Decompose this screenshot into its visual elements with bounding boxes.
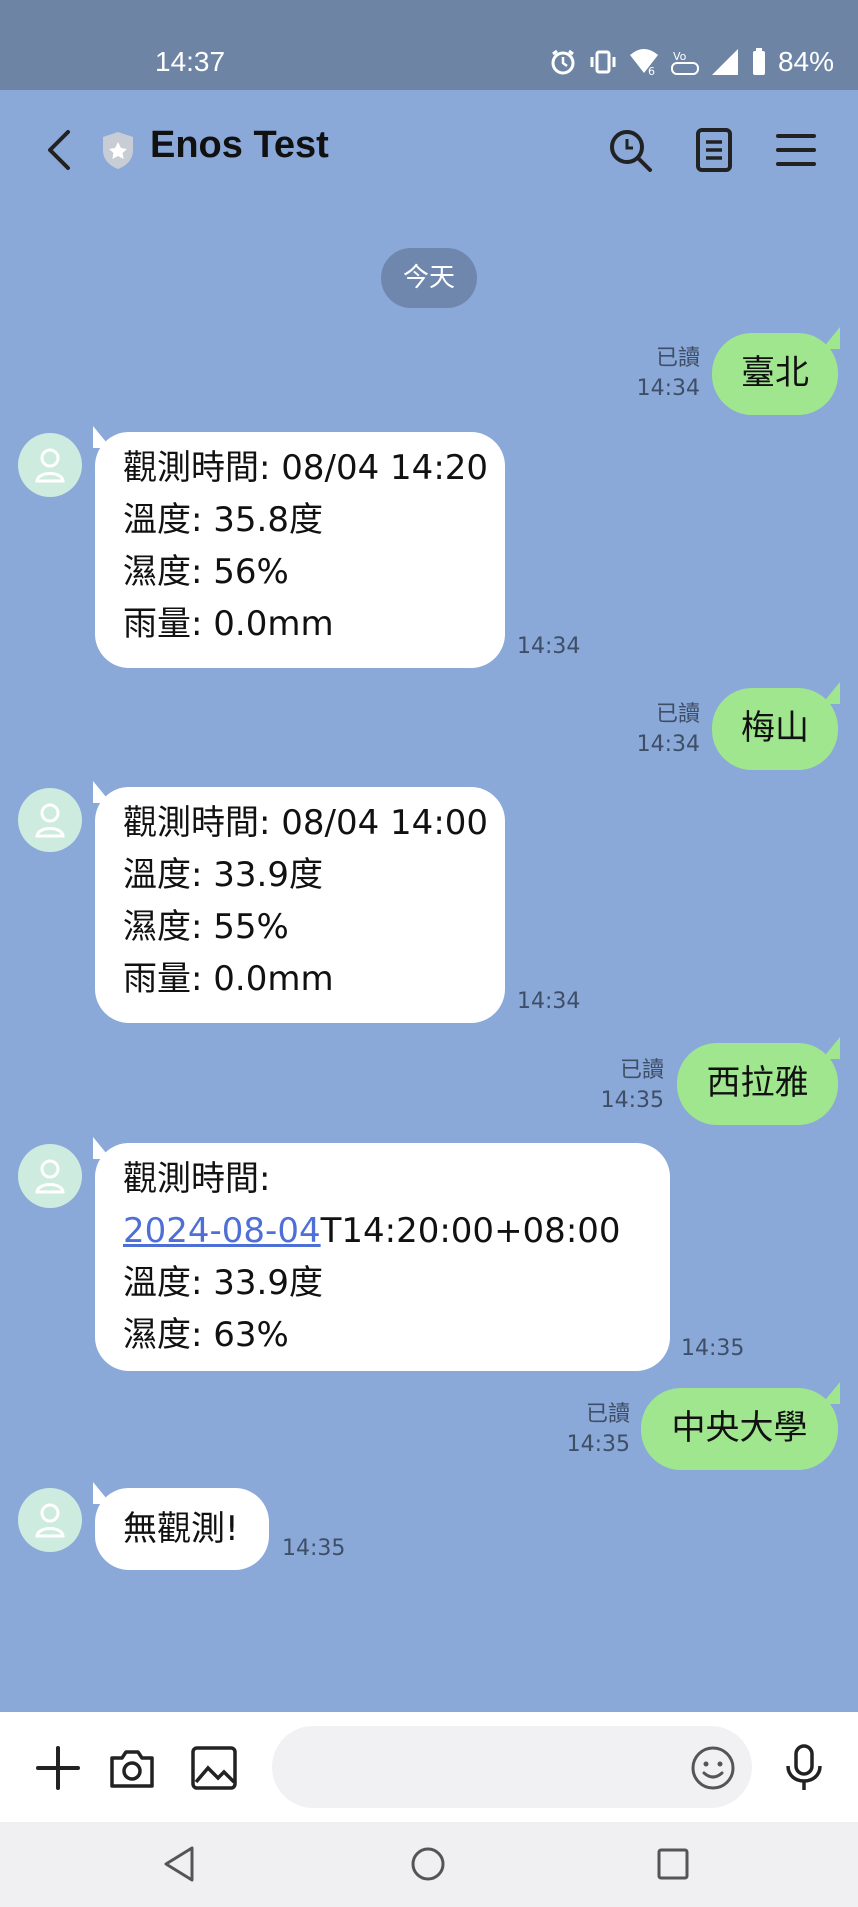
message-time: 14:35 xyxy=(681,1336,745,1361)
nav-recents-icon[interactable] xyxy=(651,1842,695,1886)
plus-icon[interactable] xyxy=(32,1742,84,1794)
svg-text:6: 6 xyxy=(648,65,655,77)
message-line: 雨量: 0.0mm xyxy=(123,604,334,644)
message-line: 溫度: 35.8度 xyxy=(123,500,323,540)
status-bar: 14:37 6 Vo 84% xyxy=(0,0,858,90)
menu-icon[interactable] xyxy=(772,126,820,174)
message-input[interactable] xyxy=(300,1746,664,1788)
user-icon xyxy=(35,803,65,838)
input-bar xyxy=(0,1712,858,1822)
message-time: 14:34 xyxy=(517,989,581,1014)
message-line: 濕度: 55% xyxy=(123,907,289,947)
read-label: 已讀 xyxy=(619,1058,664,1083)
outgoing-message[interactable]: 中央大學 xyxy=(641,1382,840,1470)
chat-header: Enos Test xyxy=(0,90,858,210)
message-line: 觀測時間: xyxy=(123,1159,271,1199)
nav-home-icon[interactable] xyxy=(406,1842,450,1886)
message-line: 觀測時間: 08/04 14:20 xyxy=(123,448,489,488)
incoming-message[interactable]: 觀測時間: 08/04 14:00 溫度: 33.9度 濕度: 55% 雨量: … xyxy=(93,781,505,1023)
image-icon[interactable] xyxy=(188,1742,240,1794)
avatar[interactable] xyxy=(18,1488,82,1552)
outgoing-message[interactable]: 西拉雅 xyxy=(677,1037,840,1125)
message-line: 溫度: 33.9度 xyxy=(123,1263,323,1303)
system-nav-bar xyxy=(0,1822,858,1907)
message-time: 14:34 xyxy=(517,634,581,659)
user-icon xyxy=(35,1503,65,1538)
avatar[interactable] xyxy=(18,788,82,852)
status-time: 14:37 xyxy=(155,46,226,77)
read-label: 已讀 xyxy=(585,1402,630,1427)
avatar[interactable] xyxy=(18,1144,82,1208)
nav-back-icon[interactable] xyxy=(158,1842,202,1886)
back-arrow-icon[interactable] xyxy=(40,126,80,174)
svg-text:Vo: Vo xyxy=(673,50,687,63)
wifi-icon: 6 xyxy=(629,49,658,77)
incoming-message[interactable]: 無觀測! xyxy=(93,1482,269,1570)
message-line: 濕度: 56% xyxy=(123,552,289,592)
chat-title[interactable]: Enos Test xyxy=(150,124,329,167)
message-time: 14:34 xyxy=(636,376,700,401)
incoming-message[interactable]: 觀測時間: 2024-08-04T14:20:00+08:00 溫度: 33.9… xyxy=(93,1137,670,1371)
message-time: 14:35 xyxy=(566,1432,630,1457)
microphone-icon[interactable] xyxy=(778,1742,830,1794)
battery-percent: 84% xyxy=(777,46,834,77)
incoming-message[interactable]: 觀測時間: 08/04 14:20 溫度: 35.8度 濕度: 56% 雨量: … xyxy=(93,426,505,668)
read-receipt: 已讀 14:35 xyxy=(556,1400,630,1460)
volte-icon: Vo xyxy=(670,50,699,75)
message-time: 14:35 xyxy=(282,1536,346,1561)
message-line: 觀測時間: 08/04 14:00 xyxy=(123,803,489,843)
camera-icon[interactable] xyxy=(106,1742,158,1794)
read-receipt: 已讀 14:35 xyxy=(560,1056,664,1116)
avatar[interactable] xyxy=(18,433,82,497)
vibrate-icon xyxy=(590,50,616,74)
status-icons: 6 Vo 84% xyxy=(548,44,834,80)
time-suffix: T14:20:00+08:00 xyxy=(320,1211,621,1251)
date-separator: 今天 xyxy=(381,248,477,308)
message-line: 溫度: 33.9度 xyxy=(123,855,323,895)
message-field[interactable] xyxy=(272,1726,752,1808)
message-time: 14:35 xyxy=(600,1088,664,1113)
message-line: 濕度: 63% xyxy=(123,1315,289,1355)
read-label: 已讀 xyxy=(655,346,700,371)
read-label: 已讀 xyxy=(655,702,700,727)
read-receipt: 已讀 14:34 xyxy=(600,700,700,760)
search-icon[interactable] xyxy=(606,126,654,174)
outgoing-message[interactable]: 臺北 xyxy=(712,327,840,415)
user-icon xyxy=(35,448,65,483)
message-line: 2024-08-04T14:20:00+08:00 xyxy=(123,1205,642,1257)
emoji-icon[interactable] xyxy=(690,1745,736,1791)
message-line: 無觀測! xyxy=(123,1509,239,1549)
message-time: 14:34 xyxy=(636,732,700,757)
notes-icon[interactable] xyxy=(690,126,738,174)
read-receipt: 已讀 14:34 xyxy=(600,344,700,404)
signal-icon xyxy=(711,49,738,75)
user-icon xyxy=(35,1159,65,1194)
message-line: 雨量: 0.0mm xyxy=(123,959,334,999)
outgoing-message[interactable]: 梅山 xyxy=(712,682,840,770)
shield-icon xyxy=(103,132,133,169)
battery-icon xyxy=(752,48,765,75)
date-link[interactable]: 2024-08-04 xyxy=(123,1211,321,1251)
alarm-icon xyxy=(551,49,575,75)
